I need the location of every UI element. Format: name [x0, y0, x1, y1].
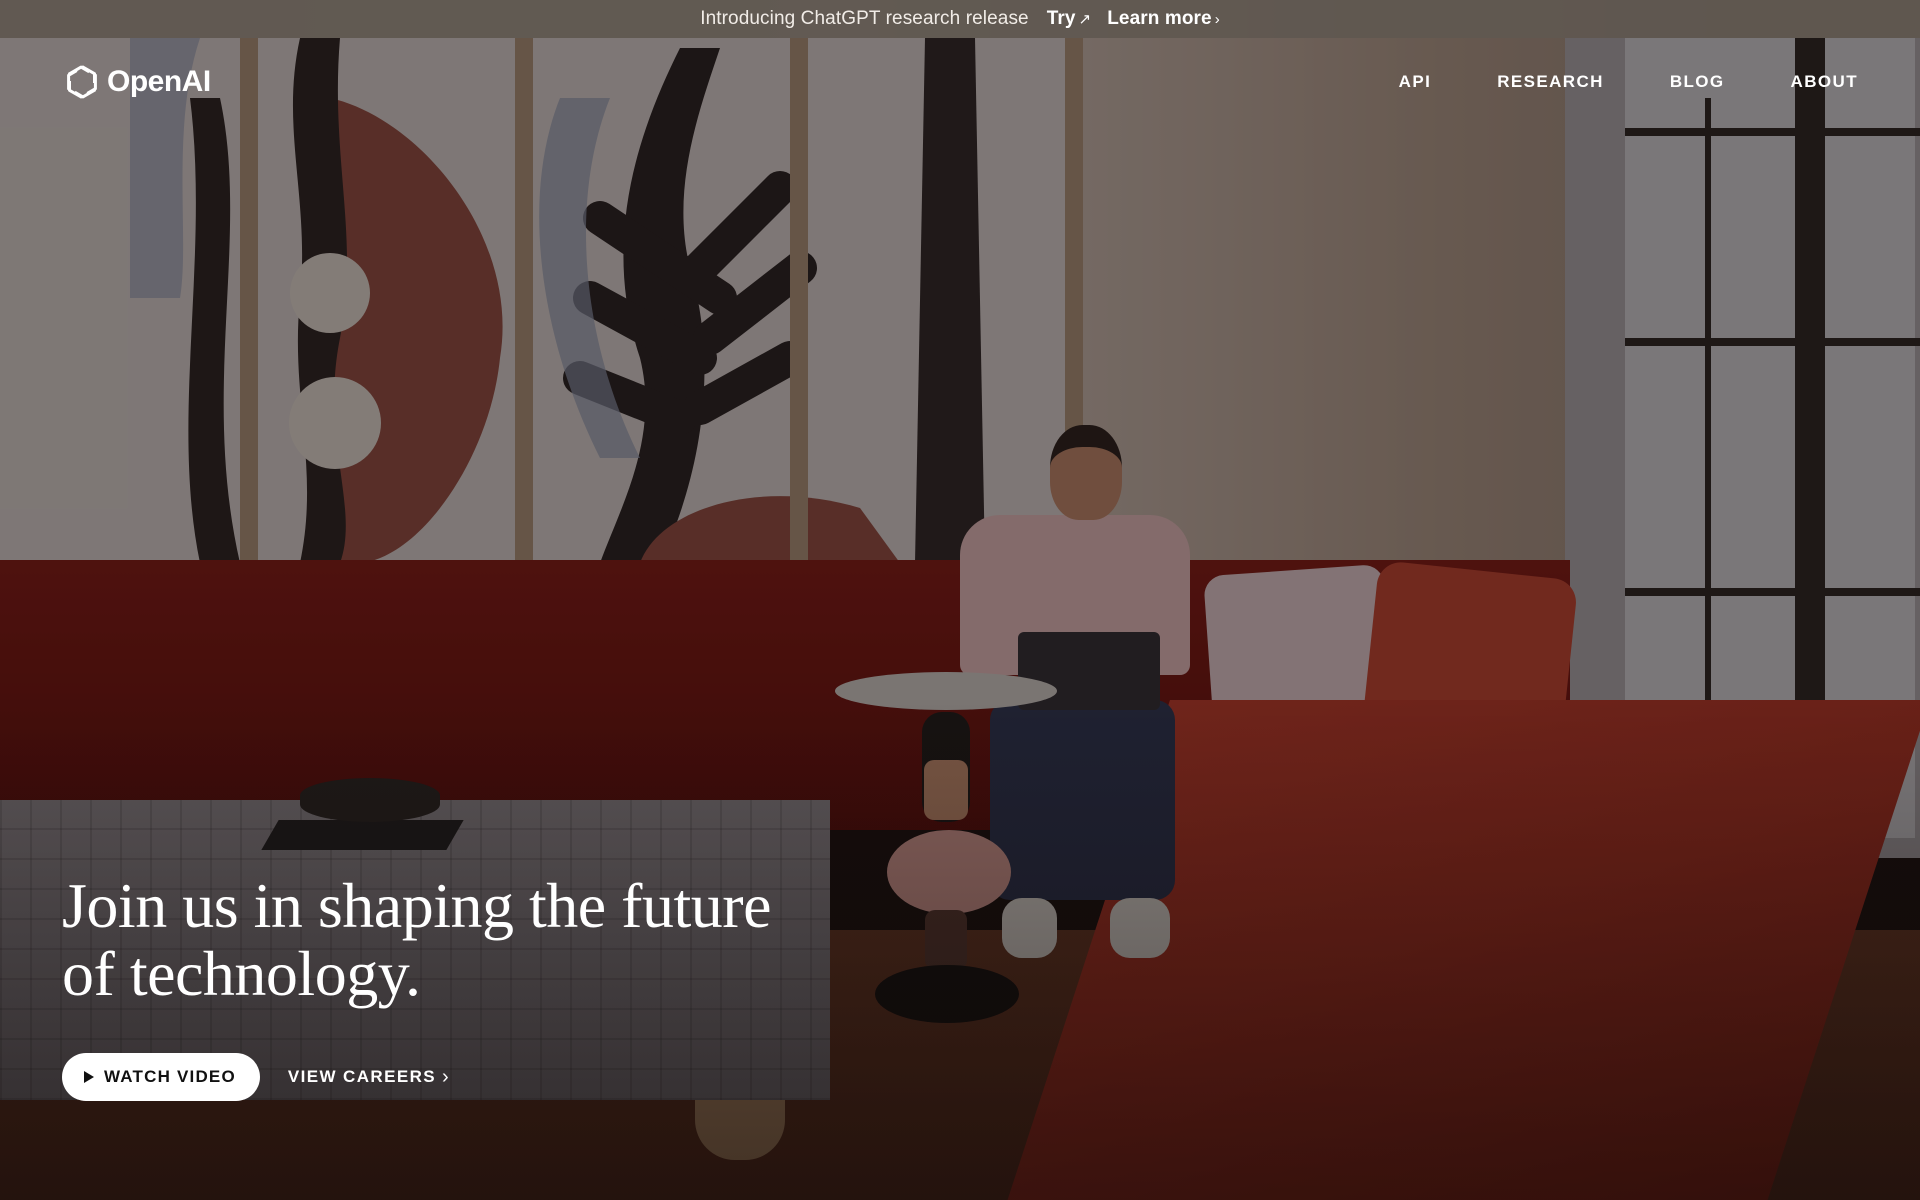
hero-actions: WATCH VIDEO VIEW CAREERS ›	[62, 1053, 449, 1101]
announcement-bar: Introducing ChatGPT research release Try…	[0, 0, 1920, 38]
nav-menu: API RESEARCH BLOG ABOUT	[1399, 72, 1858, 92]
announcement-message: Introducing ChatGPT research release	[700, 8, 1029, 29]
learn-more-label: Learn more	[1107, 8, 1212, 29]
brand-name: OpenAI	[107, 65, 211, 98]
try-link[interactable]: Try ↗	[1047, 8, 1092, 30]
hero-title-line-2: of technology.	[62, 938, 421, 1009]
watch-video-button[interactable]: WATCH VIDEO	[62, 1053, 260, 1101]
nav-item-api[interactable]: API	[1399, 72, 1432, 92]
openai-logo-icon	[67, 65, 97, 99]
learn-more-link[interactable]: Learn more ›	[1107, 8, 1220, 30]
chevron-right-icon: ›	[441, 1065, 449, 1088]
view-careers-label: VIEW CAREERS	[287, 1067, 436, 1086]
nav-item-research[interactable]: RESEARCH	[1497, 72, 1604, 92]
watch-video-label: WATCH VIDEO	[104, 1067, 236, 1086]
hero-title: Join us in shaping the future of technol…	[62, 872, 962, 1008]
view-careers-link[interactable]: VIEW CAREERS ›	[288, 1066, 449, 1089]
chevron-right-icon: ›	[1214, 10, 1220, 28]
nav-item-blog[interactable]: BLOG	[1670, 72, 1725, 92]
hero-title-line-1: Join us in shaping the future	[62, 870, 771, 941]
hero-background-image	[0, 0, 1920, 1200]
external-arrow-icon: ↗	[1078, 11, 1092, 28]
nav-item-about[interactable]: ABOUT	[1791, 72, 1858, 92]
try-label: Try	[1046, 8, 1076, 29]
play-icon	[84, 1071, 94, 1083]
top-nav: OpenAI API RESEARCH BLOG ABOUT	[62, 60, 1858, 104]
brand-logo-link[interactable]: OpenAI	[62, 62, 211, 102]
